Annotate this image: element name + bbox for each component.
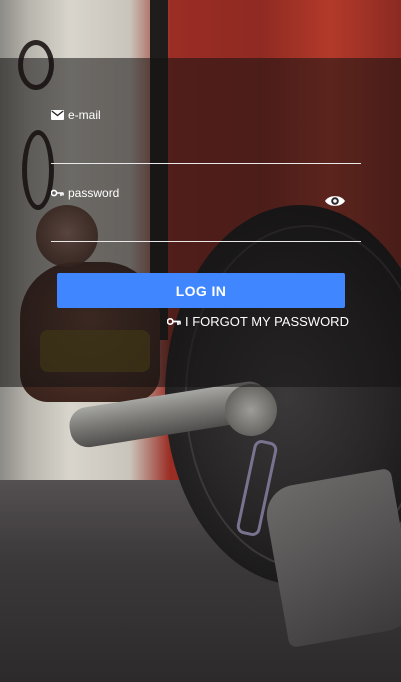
email-underline xyxy=(51,163,361,164)
show-password-toggle[interactable] xyxy=(323,193,347,213)
forgot-password-text: I FORGOT MY PASSWORD xyxy=(185,314,349,329)
email-label: e-mail xyxy=(51,108,101,122)
forgot-password-link[interactable]: I FORGOT MY PASSWORD xyxy=(166,314,349,329)
login-button[interactable]: LOG IN xyxy=(57,273,345,308)
email-label-text: e-mail xyxy=(68,108,101,122)
eye-icon xyxy=(324,194,346,213)
password-field[interactable] xyxy=(51,210,316,240)
password-label: password xyxy=(51,186,119,200)
key-icon xyxy=(166,314,181,329)
email-field[interactable] xyxy=(51,132,361,162)
envelope-icon xyxy=(51,110,64,120)
password-underline xyxy=(51,241,361,242)
key-icon xyxy=(51,189,64,197)
background-barbell-sleeve xyxy=(225,384,277,436)
password-label-text: password xyxy=(68,186,120,200)
